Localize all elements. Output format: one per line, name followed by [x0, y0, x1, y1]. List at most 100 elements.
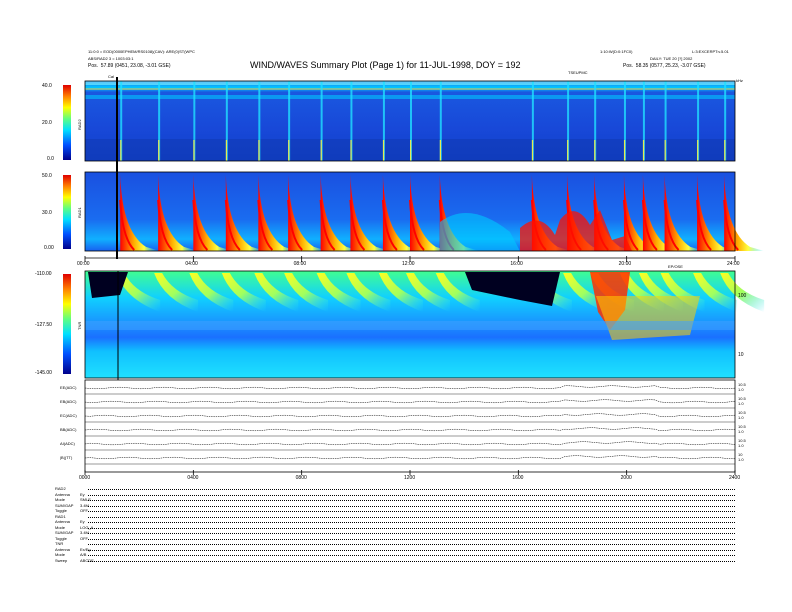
trace-label: EE(ADC) — [60, 385, 77, 390]
trace-right-scale: 10 1.0 — [738, 452, 744, 462]
lower-time-label: 1600 — [512, 475, 524, 481]
upper-time-label: 16:00 — [510, 261, 523, 267]
tnr-panel — [84, 270, 765, 379]
trace-label: EB(ADC) — [60, 399, 77, 404]
spectrogram-figure — [63, 77, 765, 475]
info-row-dots — [88, 511, 735, 512]
info-row-dots — [88, 500, 735, 501]
info-row-label: Toggle — [55, 535, 67, 541]
info-row-label: RAD2 — [55, 486, 66, 491]
info-row-dots — [88, 533, 735, 534]
rad2-burst-core — [120, 140, 122, 161]
rad2-burst-core — [594, 140, 596, 161]
info-row-value: OFF — [80, 535, 88, 541]
info-row-value: A/B — [80, 552, 87, 557]
rad1-tick-top: 50.0 — [42, 173, 52, 179]
rad2-burst-core — [193, 140, 195, 161]
trace-label: AI(ADC) — [60, 441, 75, 446]
rad1-tick-bottom: 0.00 — [44, 245, 54, 251]
info-row-label: Sweep — [55, 557, 68, 563]
trace-right-scale: 10.5 1.0 — [738, 438, 746, 448]
tnr-right-tick-10: 10 — [738, 352, 744, 358]
info-row-dots — [88, 538, 735, 540]
info-row-dots — [88, 516, 735, 518]
info-row-label: Antenna — [55, 491, 70, 497]
trace-panels — [84, 379, 736, 473]
tnr-tick-top: -110.00 — [35, 271, 52, 277]
upper-time-label: 08:00 — [293, 261, 307, 267]
trace-right-scale: 10.5 1.0 — [738, 424, 746, 434]
trace-right-scale: 10.5 1.0 — [738, 396, 746, 406]
upper-time-label: 24:00 — [727, 261, 740, 267]
info-row-dots — [88, 522, 735, 523]
rad1-colorbar — [63, 175, 71, 249]
info-row-label: SUM/GAP — [55, 502, 74, 508]
info-row-value: Ey — [80, 519, 85, 524]
tnr-right-tick-100: 100 — [738, 293, 747, 299]
rad1-axis-label: RAD1 — [77, 207, 82, 218]
trace-right-scale: 10.5 1.0 — [738, 382, 746, 392]
rad2-burst-core — [531, 140, 534, 161]
info-row-dots — [88, 544, 735, 545]
rad1-panel — [84, 171, 765, 252]
info-row-label: Toggle — [55, 508, 67, 513]
tnr-axis-label: TNR — [77, 321, 82, 330]
upper-time-label: 04:00 — [185, 261, 198, 267]
rad2-burst-core — [320, 140, 322, 161]
rad2-tick-top: 40.0 — [42, 83, 52, 89]
info-row-label: RAD1 — [55, 513, 66, 519]
info-row-label: SUM/GAP — [55, 530, 74, 535]
tnr-tick-bottom: -145.00 — [35, 370, 52, 376]
lower-time-label: 0800 — [295, 475, 307, 481]
trace-label: EC(ADC) — [60, 413, 77, 418]
info-row-dots — [88, 494, 735, 496]
info-row-label: Mode — [55, 552, 66, 557]
upper-time-label: 00:00 — [77, 261, 90, 267]
rad2-burst-core — [258, 140, 260, 161]
rad2-burst-core — [664, 140, 666, 161]
lower-time-label: 2400 — [729, 475, 741, 481]
rad2-burst-core — [410, 140, 412, 161]
rad2-tick-mid: 20.0 — [42, 120, 52, 126]
info-row-dots — [88, 527, 735, 529]
rad2-burst-core — [697, 140, 699, 161]
upper-time-label: 12:00 — [402, 261, 415, 267]
rad2-burst-core — [439, 140, 441, 161]
upper-time-label: 20:00 — [618, 261, 632, 267]
tnr-colorbar — [63, 274, 71, 374]
rad2-burst-core — [724, 140, 726, 161]
rad2-panel — [84, 80, 736, 162]
lower-time-label: 0400 — [187, 475, 199, 481]
rad2-burst-core — [567, 140, 569, 161]
rad2-burst-core — [350, 140, 352, 161]
trace-label: |B|(TT) — [60, 455, 73, 460]
trace-label: BB(ADC) — [60, 427, 77, 432]
rad2-burst-core — [642, 140, 645, 161]
rad2-colorbar — [63, 85, 71, 160]
rad2-axis-label: RAD2 — [77, 119, 82, 130]
info-row-dots — [88, 505, 735, 507]
info-row-dots — [88, 555, 735, 556]
info-row-label: Mode — [55, 524, 66, 530]
rad2-burst-core — [382, 140, 385, 161]
info-row-label: Antenna — [55, 519, 70, 524]
rad2-burst-core — [158, 140, 160, 161]
trace-right-scale: 10.5 1.0 — [738, 410, 746, 420]
rad2-tick-bottom: 0.0 — [47, 156, 54, 162]
rad2-burst-core — [225, 140, 228, 161]
info-row-label: TNR — [55, 541, 64, 546]
info-row-value: Ey — [80, 491, 85, 497]
info-row-value: OFF — [80, 508, 88, 513]
lower-time-label: 1200 — [404, 475, 416, 481]
info-row-dots — [88, 560, 735, 562]
lower-time-label: 0000 — [79, 475, 91, 481]
lower-time-label: 2000 — [620, 475, 632, 481]
rad2-burst-core — [288, 140, 290, 161]
info-row-label: Antenna — [55, 546, 70, 552]
rad1-tick-mid: 30.0 — [42, 210, 52, 216]
info-row-label: Mode — [55, 497, 66, 502]
info-row-dots — [88, 549, 735, 551]
tnr-tick-mid: -127.50 — [35, 322, 52, 328]
info-row-dots — [88, 489, 735, 490]
rad2-burst-core — [623, 140, 626, 161]
